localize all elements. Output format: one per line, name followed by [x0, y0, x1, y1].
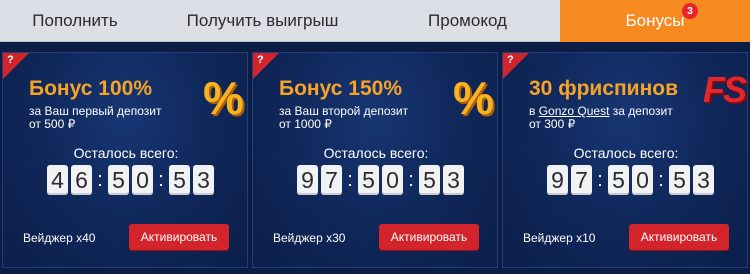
tab-bonuses-label: Бонусы [625, 11, 685, 30]
activate-button[interactable]: Активировать [629, 224, 729, 250]
freespins-icon: FS [703, 69, 747, 110]
desc-suffix: за депозит [612, 104, 673, 118]
timer-digit: 5 [419, 165, 440, 195]
timer-digit: 9 [297, 165, 318, 195]
activate-button[interactable]: Активировать [129, 224, 229, 250]
question-icon[interactable]: ? [507, 54, 514, 66]
bonus-description-line2: от 1000 ₽ [279, 117, 332, 131]
question-icon[interactable]: ? [7, 54, 14, 66]
timer-digit: 6 [71, 165, 92, 195]
countdown-timer: 4 6 : 5 0 : 5 3 [47, 165, 217, 195]
bonus-description-line2: от 300 ₽ [529, 117, 576, 131]
timer-digit: 9 [547, 165, 568, 195]
timer-digit: 3 [443, 165, 464, 195]
bonus-cards: ? Бонус 100% за Ваш первый депозит от 50… [0, 52, 750, 268]
remaining-label: Осталось всего: [323, 145, 429, 161]
bonus-title: Бонус 100% [29, 77, 152, 100]
tab-withdraw-label: Получить выигрыш [186, 11, 339, 30]
bonus-description: за Ваш второй депозит от 1000 ₽ [279, 105, 449, 131]
remaining-label: Осталось всего: [73, 145, 179, 161]
wager-label: Вейджер х30 [273, 231, 346, 245]
bonus-title: Бонус 150% [279, 77, 402, 100]
wager-label: Вейджер х10 [523, 231, 596, 245]
timer-digit: 0 [132, 165, 153, 195]
desc-prefix: в [529, 104, 536, 118]
question-icon[interactable]: ? [257, 54, 264, 66]
tab-bar: Пополнить Получить выигрыш Промокод Бону… [0, 0, 750, 42]
timer-digit: 4 [47, 165, 68, 195]
tab-promocode-label: Промокод [428, 11, 507, 30]
remaining-label: Осталось всего: [573, 145, 679, 161]
tab-deposit[interactable]: Пополнить [0, 0, 150, 42]
timer-digit: 3 [693, 165, 714, 195]
timer-digit: 7 [571, 165, 592, 195]
tab-promocode[interactable]: Промокод [375, 0, 560, 42]
timer-digit: 5 [108, 165, 129, 195]
activate-button[interactable]: Активировать [379, 224, 479, 250]
wager-label: Вейджер х40 [23, 231, 96, 245]
timer-separator: : [408, 168, 414, 191]
countdown-timer: 9 7 : 5 0 : 5 3 [297, 165, 467, 195]
bonus-card-150: ? Бонус 150% за Ваш второй депозит от 10… [252, 52, 498, 268]
tab-bonuses[interactable]: Бонусы 3 [560, 0, 750, 42]
timer-digit: 5 [608, 165, 629, 195]
bonus-page: Пополнить Получить выигрыш Промокод Бону… [0, 0, 750, 274]
bonus-title: 30 фриспинов [529, 77, 678, 100]
timer-digit: 3 [193, 165, 214, 195]
tab-withdraw[interactable]: Получить выигрыш [150, 0, 375, 42]
timer-digit: 7 [321, 165, 342, 195]
timer-digit: 0 [382, 165, 403, 195]
percent-icon: % [203, 72, 244, 124]
countdown-timer: 9 7 : 5 0 : 5 3 [547, 165, 717, 195]
timer-separator: : [347, 168, 353, 191]
tab-deposit-label: Пополнить [32, 11, 118, 30]
timer-separator: : [597, 168, 603, 191]
bonus-card-100: ? Бонус 100% за Ваш первый депозит от 50… [2, 52, 248, 268]
timer-separator: : [158, 168, 164, 191]
percent-icon: % [453, 72, 494, 124]
timer-separator: : [658, 168, 664, 191]
timer-digit: 5 [669, 165, 690, 195]
timer-separator: : [97, 168, 103, 191]
timer-digit: 0 [632, 165, 653, 195]
bonus-card-freespins: ? 30 фриспинов в Gonzo Quest за депозит … [502, 52, 748, 268]
bonus-count-badge: 3 [682, 3, 698, 19]
game-link[interactable]: Gonzo Quest [539, 104, 610, 118]
timer-digit: 5 [358, 165, 379, 195]
bonus-description: за Ваш первый депозит от 500 ₽ [29, 105, 199, 131]
bonus-description-line2: от 500 ₽ [29, 117, 76, 131]
timer-digit: 5 [169, 165, 190, 195]
bonus-description: в Gonzo Quest за депозит от 300 ₽ [529, 105, 699, 131]
